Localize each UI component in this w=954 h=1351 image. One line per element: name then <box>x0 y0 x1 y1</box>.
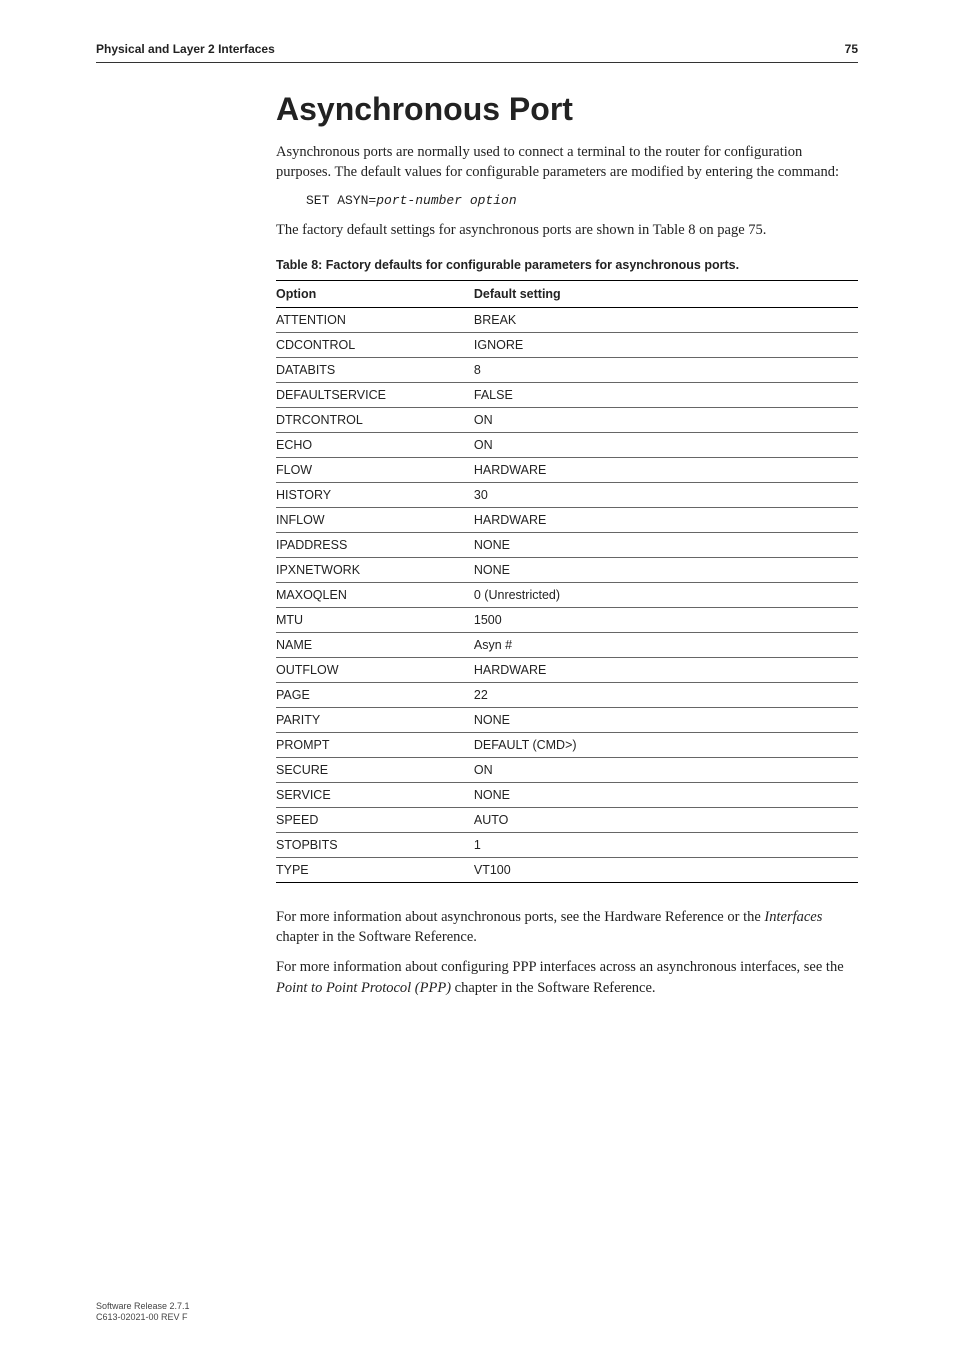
table-row: MAXOQLEN0 (Unrestricted) <box>276 582 858 607</box>
table-cell-option: FLOW <box>276 457 474 482</box>
more-info-1: For more information about asynchronous … <box>276 907 858 948</box>
more-info-2-pre: For more information about configuring P… <box>276 959 844 975</box>
table-cell-value: NONE <box>474 707 858 732</box>
table-row: SERVICENONE <box>276 782 858 807</box>
table-cell-value: Asyn # <box>474 632 858 657</box>
table-row: ATTENTIONBREAK <box>276 307 858 332</box>
table-row: MTU1500 <box>276 607 858 632</box>
defaults-table: Option Default setting ATTENTIONBREAK CD… <box>276 280 858 883</box>
footer-line-2: C613-02021-00 REV F <box>96 1312 190 1323</box>
table-cell-value: BREAK <box>474 307 858 332</box>
table-cell-option: MAXOQLEN <box>276 582 474 607</box>
table-cell-option: STOPBITS <box>276 832 474 857</box>
table-row: CDCONTROLIGNORE <box>276 332 858 357</box>
page-number: 75 <box>845 42 858 56</box>
table-caption: Table 8: Factory defaults for configurab… <box>276 258 858 272</box>
table-row: PROMPTDEFAULT (CMD>) <box>276 732 858 757</box>
table-row: ECHOON <box>276 432 858 457</box>
table-cell-option: PROMPT <box>276 732 474 757</box>
table-row: IPXNETWORKNONE <box>276 557 858 582</box>
table-row: IPADDRESSNONE <box>276 532 858 557</box>
table-cell-value: ON <box>474 407 858 432</box>
table-cell-option: DATABITS <box>276 357 474 382</box>
more-info-2-ital: Point to Point Protocol (PPP) <box>276 980 451 996</box>
intro-paragraph-2: The factory default settings for asynchr… <box>276 220 858 240</box>
table-header-option: Option <box>276 280 474 307</box>
table-cell-value: 22 <box>474 682 858 707</box>
table-cell-option: OUTFLOW <box>276 657 474 682</box>
table-cell-option: NAME <box>276 632 474 657</box>
table-row: SECUREON <box>276 757 858 782</box>
table-cell-option: IPXNETWORK <box>276 557 474 582</box>
table-row: DATABITS8 <box>276 357 858 382</box>
more-info-1-post: chapter in the Software Reference. <box>276 929 477 945</box>
table-cell-value: NONE <box>474 532 858 557</box>
table-row: NAMEAsyn # <box>276 632 858 657</box>
table-cell-option: DTRCONTROL <box>276 407 474 432</box>
table-cell-value: FALSE <box>474 382 858 407</box>
intro-paragraph-1: Asynchronous ports are normally used to … <box>276 142 858 183</box>
more-info-1-pre: For more information about asynchronous … <box>276 909 764 925</box>
table-cell-value: HARDWARE <box>474 507 858 532</box>
table-row: DTRCONTROLON <box>276 407 858 432</box>
table-cell-option: PAGE <box>276 682 474 707</box>
table-cell-value: ON <box>474 757 858 782</box>
table-cell-option: HISTORY <box>276 482 474 507</box>
table-row: PARITYNONE <box>276 707 858 732</box>
table-row: HISTORY30 <box>276 482 858 507</box>
footer-line-1: Software Release 2.7.1 <box>96 1301 190 1312</box>
table-cell-option: SERVICE <box>276 782 474 807</box>
table-cell-option: SECURE <box>276 757 474 782</box>
table-cell-value: IGNORE <box>474 332 858 357</box>
footer: Software Release 2.7.1 C613-02021-00 REV… <box>96 1301 190 1324</box>
table-row: DEFAULTSERVICEFALSE <box>276 382 858 407</box>
header-rule <box>96 62 858 63</box>
more-info-1-ital: Interfaces <box>764 909 822 925</box>
table-cell-value: 0 (Unrestricted) <box>474 582 858 607</box>
table-row: FLOWHARDWARE <box>276 457 858 482</box>
table-row: TYPEVT100 <box>276 857 858 882</box>
table-cell-option: INFLOW <box>276 507 474 532</box>
table-cell-option: ATTENTION <box>276 307 474 332</box>
table-cell-option: IPADDRESS <box>276 532 474 557</box>
table-cell-value: HARDWARE <box>474 457 858 482</box>
command-args: port-number option <box>376 193 516 208</box>
table-cell-option: CDCONTROL <box>276 332 474 357</box>
table-cell-option: ECHO <box>276 432 474 457</box>
table-row: INFLOWHARDWARE <box>276 507 858 532</box>
table-cell-option: PARITY <box>276 707 474 732</box>
command-prefix: SET ASYN= <box>306 193 376 208</box>
table-cell-value: 1500 <box>474 607 858 632</box>
table-cell-value: 1 <box>474 832 858 857</box>
running-header: Physical and Layer 2 Interfaces 75 <box>96 42 858 56</box>
table-cell-value: 30 <box>474 482 858 507</box>
page-title: Asynchronous Port <box>276 91 858 128</box>
table-cell-value: DEFAULT (CMD>) <box>474 732 858 757</box>
table-cell-option: DEFAULTSERVICE <box>276 382 474 407</box>
table-header-default: Default setting <box>474 280 858 307</box>
header-left: Physical and Layer 2 Interfaces <box>96 42 275 56</box>
table-row: SPEEDAUTO <box>276 807 858 832</box>
table-row: OUTFLOWHARDWARE <box>276 657 858 682</box>
table-cell-value: HARDWARE <box>474 657 858 682</box>
table-row: PAGE22 <box>276 682 858 707</box>
table-cell-value: 8 <box>474 357 858 382</box>
table-cell-value: ON <box>474 432 858 457</box>
table-cell-option: MTU <box>276 607 474 632</box>
more-info-2-post: chapter in the Software Reference. <box>451 980 656 996</box>
table-cell-value: NONE <box>474 782 858 807</box>
more-info-2: For more information about configuring P… <box>276 957 858 998</box>
table-cell-value: NONE <box>474 557 858 582</box>
table-cell-option: SPEED <box>276 807 474 832</box>
table-row: STOPBITS1 <box>276 832 858 857</box>
command-example: SET ASYN=port-number option <box>306 193 858 208</box>
table-cell-value: VT100 <box>474 857 858 882</box>
table-cell-value: AUTO <box>474 807 858 832</box>
table-cell-option: TYPE <box>276 857 474 882</box>
